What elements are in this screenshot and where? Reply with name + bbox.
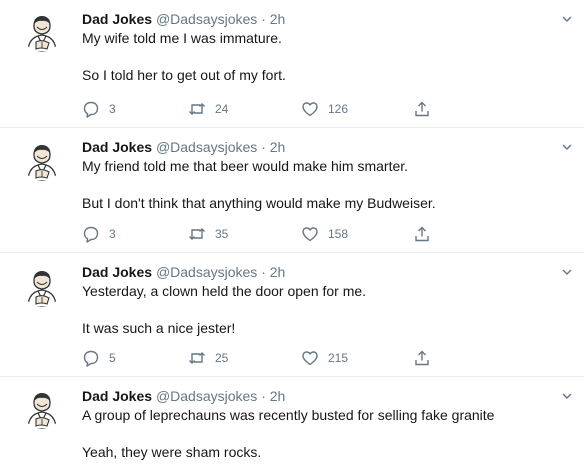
separator-dot: · [261, 11, 266, 27]
tweet-header: Dad Jokes @Dadsaysjokes · 2h [82, 263, 554, 282]
avatar[interactable] [22, 389, 62, 429]
tweet-text-line-1: My wife told me I was immature. [82, 30, 282, 46]
reply-count: 3 [109, 102, 116, 116]
share-button[interactable] [413, 349, 431, 367]
retweet-icon [189, 352, 205, 364]
dad-cartoon-avatar-icon [27, 393, 57, 429]
reply-button[interactable]: 3 [82, 225, 116, 243]
reply-bubble-icon [83, 226, 99, 243]
separator-dot: · [261, 139, 266, 155]
like-count: 215 [328, 351, 349, 365]
tweet-timestamp[interactable]: 2h [270, 139, 286, 155]
avatar[interactable] [22, 267, 62, 307]
like-button[interactable]: 158 [301, 225, 348, 243]
tweet[interactable]: Dad Jokes @Dadsaysjokes · 2h A group of … [0, 377, 584, 469]
tweet-menu-button[interactable] [560, 389, 574, 403]
share-icon [415, 350, 429, 366]
author-name[interactable]: Dad Jokes [82, 264, 152, 280]
tweet-text-line-2: So I told her to get out of my fort. [82, 67, 286, 83]
separator-dot: · [261, 388, 266, 404]
heart-icon [302, 102, 318, 117]
share-button[interactable] [413, 100, 431, 118]
retweet-button[interactable]: 25 [188, 349, 228, 367]
tweet-header: Dad Jokes @Dadsaysjokes · 2h [82, 387, 554, 406]
reply-bubble-icon [83, 350, 99, 367]
tweet-menu-button[interactable] [560, 12, 574, 26]
tweet-content: Dad Jokes @Dadsaysjokes · 2h My wife tol… [82, 10, 554, 85]
retweet-button[interactable]: 24 [188, 100, 228, 118]
retweet-count: 25 [215, 351, 229, 365]
like-count: 126 [328, 102, 349, 116]
tweet-text-line-1: Yesterday, a clown held the door open fo… [82, 283, 367, 299]
heart-icon [302, 227, 318, 242]
tweet-feed: Dad Jokes @Dadsaysjokes · 2h My wife tol… [0, 0, 584, 469]
tweet-content: Dad Jokes @Dadsaysjokes · 2h A group of … [82, 387, 554, 462]
tweet-text-line-1: My friend told me that beer would make h… [82, 158, 409, 174]
share-icon [415, 101, 429, 117]
tweet-actions: 3 24 126 [82, 100, 502, 118]
reply-button[interactable]: 5 [82, 349, 116, 367]
tweet[interactable]: Dad Jokes @Dadsaysjokes · 2h My friend t… [0, 128, 584, 253]
chevron-down-icon [562, 269, 572, 275]
reply-button[interactable]: 3 [82, 100, 116, 118]
dad-cartoon-avatar-icon [27, 145, 57, 181]
retweet-icon [189, 103, 205, 115]
like-button[interactable]: 215 [301, 349, 348, 367]
author-handle[interactable]: @Dadsaysjokes [156, 388, 257, 404]
tweet-content: Dad Jokes @Dadsaysjokes · 2h My friend t… [82, 138, 554, 213]
share-button[interactable] [413, 225, 431, 243]
reply-count: 3 [109, 227, 116, 241]
heart-icon [302, 351, 318, 366]
tweet-content: Dad Jokes @Dadsaysjokes · 2h Yesterday, … [82, 263, 554, 338]
author-name[interactable]: Dad Jokes [82, 139, 152, 155]
tweet-menu-button[interactable] [560, 265, 574, 279]
author-name[interactable]: Dad Jokes [82, 388, 152, 404]
tweet[interactable]: Dad Jokes @Dadsaysjokes · 2h Yesterday, … [0, 253, 584, 377]
tweet-actions: 3 35 158 [82, 225, 502, 243]
tweet-header: Dad Jokes @Dadsaysjokes · 2h [82, 138, 554, 157]
share-icon [415, 226, 429, 242]
tweet-timestamp[interactable]: 2h [270, 11, 286, 27]
retweet-count: 35 [215, 227, 229, 241]
tweet-text-line-2: It was such a nice jester! [82, 320, 236, 336]
tweet-text-line-1: A group of leprechauns was recently bust… [82, 407, 495, 423]
tweet[interactable]: Dad Jokes @Dadsaysjokes · 2h My wife tol… [0, 0, 584, 128]
retweet-count: 24 [215, 102, 229, 116]
reply-count: 5 [109, 351, 116, 365]
chevron-down-icon [562, 144, 572, 150]
tweet-timestamp[interactable]: 2h [270, 264, 286, 280]
avatar[interactable] [22, 141, 62, 181]
author-handle[interactable]: @Dadsaysjokes [156, 11, 257, 27]
tweet-text-line-2: But I don't think that anything would ma… [82, 195, 436, 211]
author-handle[interactable]: @Dadsaysjokes [156, 139, 257, 155]
separator-dot: · [261, 264, 266, 280]
reply-bubble-icon [83, 101, 99, 118]
author-name[interactable]: Dad Jokes [82, 11, 152, 27]
dad-cartoon-avatar-icon [27, 271, 57, 307]
chevron-down-icon [562, 393, 572, 399]
tweet-menu-button[interactable] [560, 140, 574, 154]
like-count: 158 [328, 227, 349, 241]
tweet-timestamp[interactable]: 2h [270, 388, 286, 404]
author-handle[interactable]: @Dadsaysjokes [156, 264, 257, 280]
tweet-actions: 5 25 215 [82, 349, 502, 367]
like-button[interactable]: 126 [301, 100, 348, 118]
tweet-text-line-2: Yeah, they were sham rocks. [82, 444, 262, 460]
retweet-icon [189, 228, 205, 240]
avatar[interactable] [22, 12, 62, 52]
dad-cartoon-avatar-icon [27, 16, 57, 52]
chevron-down-icon [562, 16, 572, 22]
retweet-button[interactable]: 35 [188, 225, 228, 243]
tweet-header: Dad Jokes @Dadsaysjokes · 2h [82, 10, 554, 29]
